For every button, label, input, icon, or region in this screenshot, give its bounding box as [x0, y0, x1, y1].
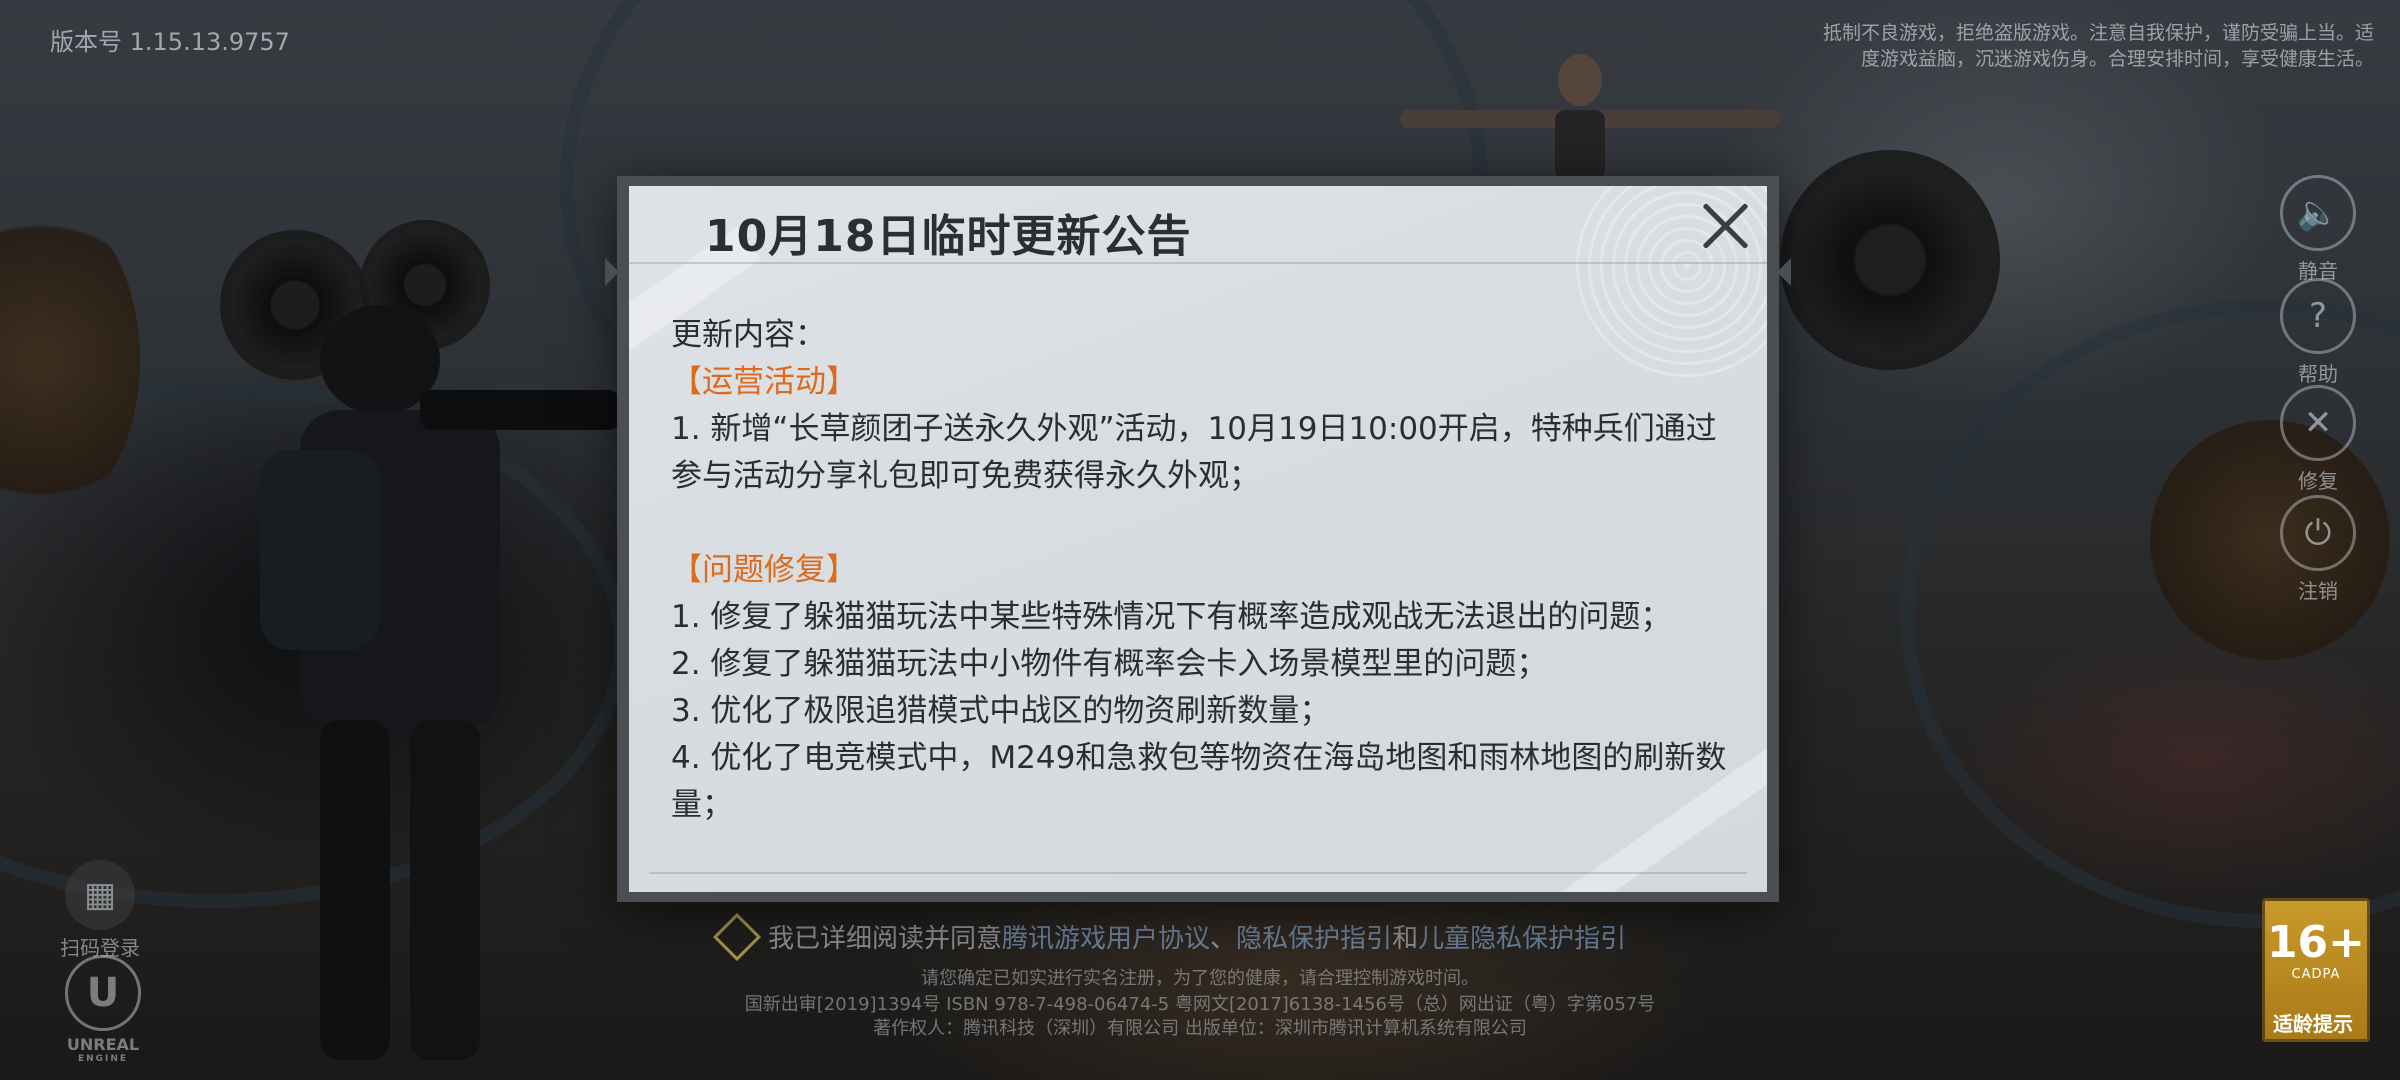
section-heading-fixes: 【问题修复】: [671, 552, 857, 588]
health-notice: 抵制不良游戏，拒绝盗版游戏。注意自我保护，谨防受骗上当。适度游戏益脑，沉迷游戏伤…: [1822, 22, 2374, 70]
speaker-icon: 🔈: [2280, 175, 2356, 251]
age-rating-tag: CADPA: [2291, 967, 2341, 982]
agreement-row: 我已详细阅读并同意 腾讯游戏用户协议 、 隐私保护指引 和 儿童隐私保护指引: [712, 912, 1626, 961]
footer-copyright-text: 著作权人：腾讯科技（深圳）有限公司 出版单位：深圳市腾讯计算机系统有限公司: [873, 1018, 1527, 1039]
version-label: 版本号 1.15.13.9757: [50, 28, 290, 56]
fix-item: 3. 优化了极限追猎模式中战区的物资刷新数量；: [671, 693, 1331, 729]
content-intro: 更新内容：: [671, 317, 826, 353]
fix-item: 4. 优化了电竞模式中，M249和急救包等物资在海岛地图和雨林地图的刷新数量；: [671, 740, 1727, 823]
help-icon: ?: [2280, 278, 2356, 354]
qr-login-button[interactable]: ▦ 扫码登录: [60, 860, 140, 961]
unreal-sub-label: ENGINE: [77, 1054, 129, 1064]
child-privacy-policy-link[interactable]: 儿童隐私保护指引: [1418, 918, 1626, 955]
announcement-dialog: 10月18日临时更新公告 更新内容： 【运营活动】 1. 新增“长草颜团子送永久…: [605, 176, 1791, 902]
help-button[interactable]: ? 帮助: [2278, 278, 2358, 387]
repair-label: 修复: [2298, 469, 2338, 493]
footer-health-text: 请您确定已如实进行实名注册，为了您的健康，请合理控制游戏时间。: [921, 968, 1479, 989]
event-item: 1. 新增“长草颜团子送永久外观”活动，10月19日10:00开启，特种兵们通过…: [671, 411, 1717, 494]
agreement-checkbox[interactable]: [712, 912, 762, 961]
power-icon: ⏻: [2280, 495, 2356, 571]
agreement-separator: 、: [1210, 924, 1237, 954]
dialog-notch-right: [1777, 258, 1791, 286]
age-rating-label: 适龄提示: [2273, 1012, 2353, 1036]
announcement-content[interactable]: 更新内容： 【运营活动】 1. 新增“长草颜团子送永久外观”活动，10月19日1…: [671, 312, 1727, 852]
user-agreement-link[interactable]: 腾讯游戏用户协议: [1002, 918, 1210, 955]
help-label: 帮助: [2298, 362, 2338, 386]
qr-code-icon: ▦: [65, 860, 135, 930]
logout-label: 注销: [2298, 579, 2338, 603]
dialog-bottom-divider: [649, 872, 1747, 874]
privacy-policy-link[interactable]: 隐私保护指引: [1236, 918, 1392, 955]
dialog-notch-left: [605, 258, 619, 286]
fix-item: 1. 修复了躲猫猫玩法中某些特殊情况下有概率造成观战无法退出的问题；: [671, 599, 1672, 635]
agreement-separator: 和: [1392, 924, 1419, 954]
dialog-title: 10月18日临时更新公告: [705, 211, 1192, 262]
fix-item: 2. 修复了躲猫猫玩法中小物件有概率会卡入场景模型里的问题；: [671, 646, 1548, 682]
dialog-title-bar: 10月18日临时更新公告: [629, 186, 1767, 264]
logout-button[interactable]: ⏻ 注销: [2278, 495, 2358, 604]
close-icon[interactable]: [1701, 202, 1749, 250]
agreement-prefix: 我已详细阅读并同意: [768, 924, 1003, 954]
dialog-panel: 10月18日临时更新公告 更新内容： 【运营活动】 1. 新增“长草颜团子送永久…: [629, 186, 1767, 892]
mute-button[interactable]: 🔈 静音: [2278, 175, 2358, 284]
repair-button[interactable]: ✕ 修复: [2278, 385, 2358, 494]
section-heading-events: 【运营活动】: [671, 364, 857, 400]
repair-icon: ✕: [2280, 385, 2356, 461]
age-rating-number: 16+: [2266, 917, 2366, 968]
footer-license-text: 国新出审[2019]1394号 ISBN 978-7-498-06474-5 粤…: [744, 994, 1656, 1015]
